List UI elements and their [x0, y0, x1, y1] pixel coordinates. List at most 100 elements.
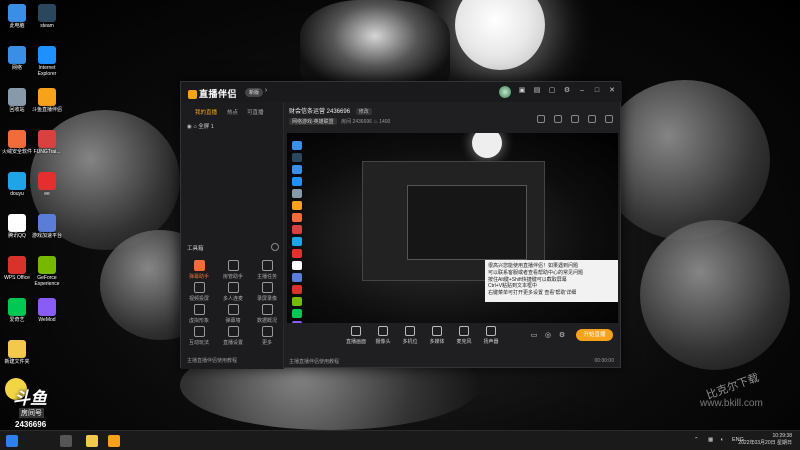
tool-item[interactable]: 直播设置 [218, 326, 248, 346]
toolbar-label: 多机位 [402, 339, 418, 345]
title-bar[interactable]: 直播伴侣 新版 › ▣ ▤ ▢ ⚙ – □ ✕ [181, 82, 622, 102]
clock-time: 10:29:38 [772, 433, 792, 439]
toolbar-item[interactable]: 麦克风 [451, 326, 477, 345]
fire-icon: ♨ [373, 119, 378, 125]
tutorial-link[interactable]: 主播直播伴侣使用教程 [289, 359, 339, 365]
volume-icon[interactable]: ◖ [720, 437, 723, 443]
video-icon[interactable]: ▭ [530, 332, 538, 340]
toolbar-item[interactable]: 扬声器 [478, 326, 504, 345]
desktop-icon[interactable]: WPS Office [1, 256, 33, 282]
steam-icon [292, 153, 302, 162]
minimize-icon[interactable]: – [578, 87, 586, 95]
tool-item[interactable]: 虚拟形象 [184, 304, 214, 324]
clock[interactable]: 10:29:38 2022年03月20日 星期日 [738, 433, 792, 447]
tool-item[interactable]: 弹幕墙 [218, 304, 248, 324]
avatar[interactable] [499, 86, 511, 98]
settings-icon[interactable]: ⚙ [563, 87, 571, 95]
tool-item[interactable]: 视频投屏 [184, 282, 214, 302]
desktop-icon[interactable]: steam [31, 4, 63, 30]
network-icon[interactable]: ▦ [708, 437, 713, 443]
desktop-icon[interactable]: ee [31, 172, 63, 198]
task-view-icon[interactable] [60, 435, 72, 447]
scene-item[interactable]: ◉ ⌂ 全屏 1 [187, 122, 214, 130]
lock-icon[interactable]: ⌂ [193, 124, 196, 130]
start-menu-icon[interactable] [6, 435, 18, 447]
share-out-icon[interactable] [605, 115, 613, 123]
douyu-assistant-icon [38, 88, 56, 106]
toolbar-item[interactable]: 直播画面 [343, 326, 369, 345]
tool-item[interactable]: 多人连麦 [218, 282, 248, 302]
version-badge[interactable]: 新版 [245, 88, 264, 97]
link-icon[interactable] [588, 115, 596, 123]
scene-label: 全屏 1 [198, 124, 214, 130]
desktop-icon[interactable]: WeMod [31, 298, 63, 324]
desktop-icon[interactable]: GeForce Experience [31, 256, 63, 287]
desktop-icon[interactable]: 网络 [1, 46, 33, 72]
maximize-icon[interactable]: □ [593, 87, 601, 95]
share-icon[interactable] [537, 115, 545, 123]
desktop-icon[interactable]: 游戏加速平台 [31, 214, 63, 240]
close-icon[interactable]: ✕ [608, 87, 616, 95]
tool-item[interactable]: 数据概况 [252, 304, 282, 324]
tool-item[interactable]: 房管助手 [218, 260, 248, 280]
tool-item[interactable]: 弹幕助手 [184, 260, 214, 280]
desktop-icon[interactable]: FUNGTrai... [31, 130, 63, 156]
toolbar-item[interactable]: 摄像头 [370, 326, 396, 345]
tab-my-live[interactable]: 我的直播 [195, 108, 217, 116]
chevron-right-icon[interactable]: › [262, 87, 270, 95]
desktop-icon[interactable]: Internet Explorer [31, 46, 63, 77]
desktop-icon-label: 腾讯QQ [8, 233, 26, 239]
camera-icon [378, 326, 388, 336]
message-icon[interactable]: ▤ [533, 87, 541, 95]
desktop-icon[interactable]: douyu [1, 172, 33, 198]
desktop-icon[interactable]: 爱奇艺 [1, 298, 33, 324]
douyu-assistant-icon[interactable] [108, 435, 120, 447]
desktop-icon[interactable]: 斗鱼直播伴侣 [31, 88, 63, 114]
desktop-icon-label: douyu [10, 191, 24, 197]
tool-item[interactable]: 主播任务 [252, 260, 282, 280]
stats-icon [261, 304, 273, 315]
eye-icon[interactable]: ◉ [187, 124, 192, 130]
toolbar-item[interactable]: 多机位 [397, 326, 423, 345]
desktop-icon[interactable]: 腾讯QQ [1, 214, 33, 240]
room-title: 财会信条运营 2436696 修改 [289, 106, 372, 115]
tutorial-link[interactable]: 主播直播伴侣使用教程 [187, 357, 237, 364]
eye-icon[interactable]: ◎ [544, 332, 552, 340]
desktop-icon[interactable]: 此电脑 [1, 4, 33, 30]
bag-icon[interactable] [571, 115, 579, 123]
iqiyi-icon [8, 298, 26, 316]
edit-room-button[interactable]: 修改 [355, 108, 372, 115]
desktop-icon[interactable]: 新建文件夹 [1, 340, 33, 366]
live-preview[interactable]: 很高兴您能使用直播伴侣！如果遇到问题 可以联系客服或者查看帮助中心的常见问题 按… [287, 133, 618, 323]
tool-item[interactable]: 互动玩法 [184, 326, 214, 346]
left-tabs: 我的直播 热点 可直播 [181, 106, 284, 118]
desktop-icon[interactable]: 火绒安全软件 [1, 130, 33, 156]
help-note: 很高兴您能使用直播伴侣！如果遇到问题 可以联系客服或者查看帮助中心的常见问题 按… [485, 260, 618, 302]
gear-icon[interactable]: ⚙ [558, 332, 566, 340]
note-line: 很高兴您能使用直播伴侣！如果遇到问题 [488, 263, 579, 269]
file-explorer-icon[interactable] [86, 435, 98, 447]
network-icon [8, 46, 26, 64]
tool-item[interactable]: 更多 [252, 326, 282, 346]
desktop-icon[interactable]: 回收站 [1, 88, 33, 114]
up-arrow-icon[interactable]: ⌃ [694, 437, 699, 443]
gift-icon[interactable]: ▣ [518, 87, 526, 95]
wemod-icon [38, 298, 56, 316]
toolbox-settings-icon[interactable] [271, 243, 279, 251]
category-badge[interactable]: 网络游戏-英雄联盟 [289, 118, 337, 125]
home-icon[interactable] [554, 115, 562, 123]
tab-available[interactable]: 可直播 [247, 108, 264, 116]
toolbar-item[interactable]: 多媒体 [424, 326, 450, 345]
danmu-wall-icon [227, 304, 239, 315]
start-live-button[interactable]: 开始直播 [576, 329, 613, 341]
logo-icon [188, 90, 197, 100]
tool-item[interactable]: 录屏录像 [252, 282, 282, 302]
tool-label: 互动玩法 [188, 340, 209, 346]
cast-icon [193, 282, 205, 293]
folder-icon [8, 340, 26, 358]
screen-icon [351, 326, 361, 336]
tab-hot[interactable]: 热点 [227, 108, 238, 116]
preview-nested-window [407, 185, 527, 260]
note-line: 右键菜单可打开更多设置 查看'帮助'详细 [488, 290, 577, 296]
screen-icon[interactable]: ▢ [548, 87, 556, 95]
